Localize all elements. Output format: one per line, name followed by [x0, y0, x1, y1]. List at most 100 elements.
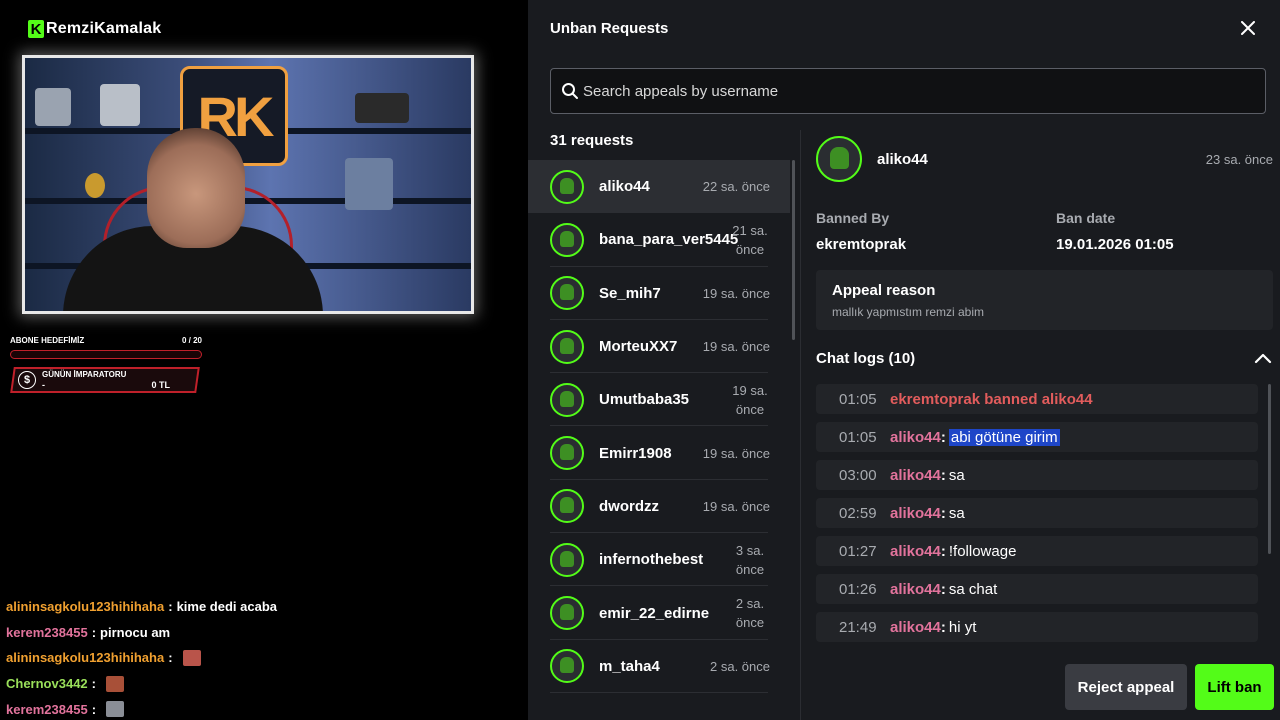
chat-emote-icon — [106, 701, 125, 718]
log-message: sa — [948, 504, 965, 522]
avatar — [550, 649, 584, 684]
close-button[interactable] — [1236, 16, 1260, 40]
chat-log-row: 21:49 aliko44: hi yt — [816, 612, 1258, 642]
request-list-item[interactable]: emir_22_edirne 2 sa. önce — [528, 586, 790, 640]
chat-log-row: 01:27 aliko44: !followage — [816, 536, 1258, 566]
log-username[interactable]: aliko44 — [890, 467, 941, 484]
detail-avatar — [816, 136, 862, 182]
avatar — [550, 436, 584, 471]
avatar — [550, 596, 584, 631]
channel-name: RemziKamalak — [46, 20, 162, 37]
request-username: Umutbaba35 — [599, 391, 690, 409]
sub-goal-progress: 0 / 20 — [181, 336, 202, 345]
request-detail: aliko44 23 sa. önce Banned By ekremtopra… — [801, 130, 1280, 720]
top-donor-widget: $ GÜNÜN İMPARATORU - 0 TL — [10, 367, 200, 393]
request-list-item[interactable]: m_taha4 2 sa. önce — [528, 640, 790, 693]
request-time: 21 sa. önce — [732, 222, 768, 257]
request-username: MorteuXX7 — [599, 338, 678, 356]
chat-username[interactable]: alininsagkolu123hihihaha — [6, 599, 164, 614]
chat-username[interactable]: Chernov3442 — [6, 676, 88, 691]
request-username: Emirr1908 — [599, 444, 672, 462]
request-time: 19 sa. önce — [702, 285, 770, 301]
chat-line: alininsagkolu123hihihaha: kime dedi acaba — [6, 594, 516, 620]
request-username: bana_para_ver5445 — [599, 231, 739, 249]
avatar — [550, 222, 584, 257]
appeal-reason-text: mallık yapmıstım remzi abim — [832, 305, 985, 319]
log-time: 03:00 — [839, 466, 877, 484]
log-separator: : — [940, 542, 946, 560]
chat-separator: : — [168, 599, 173, 615]
log-username[interactable]: aliko44 — [890, 581, 941, 598]
detail-time: 23 sa. önce — [1205, 152, 1273, 167]
chat-logs-toggle[interactable] — [1252, 348, 1274, 368]
banned-by-value: ekremtoprak — [816, 236, 907, 253]
ban-date-label: Ban date — [1056, 210, 1116, 226]
chat-line: kerem238455: pirnocu am — [6, 620, 516, 646]
request-time: 2 sa. önce — [710, 658, 770, 674]
log-username[interactable]: aliko44 — [890, 505, 941, 522]
banned-by-label: Banned By — [816, 210, 890, 226]
request-username: aliko44 — [599, 178, 650, 196]
chat-logs-scrollbar[interactable] — [1268, 384, 1271, 554]
chat-line: kerem238455: — [6, 696, 516, 720]
request-list-item[interactable]: Se_mih7 19 sa. önce — [528, 267, 790, 320]
log-message: abi götüne girim — [948, 428, 1060, 446]
request-list-item[interactable]: bana_para_ver5445 21 sa. önce — [528, 213, 790, 267]
top-donor-title: GÜNÜN İMPARATORU — [42, 370, 127, 379]
request-list-item[interactable]: Umutbaba35 19 sa. önce — [528, 373, 790, 427]
log-username[interactable]: aliko44 — [890, 619, 941, 636]
dollar-coin-icon: $ — [18, 371, 36, 389]
chat-log-row: 01:26 aliko44: sa chat — [816, 574, 1258, 604]
request-time: 2 sa. önce — [735, 596, 765, 631]
cam-figure — [355, 93, 409, 123]
chat-log-row: 03:00 aliko44: sa — [816, 460, 1258, 490]
ban-date-value: 19.01.2026 01:05 — [1056, 236, 1174, 253]
chat-log-row: 01:05 ekremtoprak banned aliko44 — [816, 384, 1258, 414]
reject-appeal-button[interactable]: Reject appeal — [1065, 664, 1187, 710]
stream-area: K RemziKamalak RK ABONE HEDEFİMİZ 0 / 20… — [0, 0, 528, 720]
chat-separator: : — [91, 676, 96, 692]
request-list-item[interactable]: aliko44 22 sa. önce — [528, 160, 790, 214]
channel-brand: K RemziKamalak — [28, 20, 161, 38]
request-list-item[interactable]: infernothebest 3 sa. önce — [528, 533, 790, 587]
log-username[interactable]: aliko44 — [890, 543, 941, 560]
chat-message: kime dedi acaba — [176, 599, 278, 615]
log-time: 01:05 — [839, 428, 877, 446]
log-time: 21:49 — [839, 618, 877, 636]
request-username: Se_mih7 — [599, 284, 661, 302]
log-separator: : — [940, 428, 946, 446]
kick-logo-icon: K — [28, 20, 44, 38]
request-list-scrollbar[interactable] — [792, 160, 795, 340]
chat-separator: : — [168, 650, 173, 666]
cam-plaque — [35, 88, 71, 126]
request-list-item[interactable]: MorteuXX7 19 sa. önce — [528, 320, 790, 374]
log-message: sa chat — [948, 580, 998, 598]
chat-line: alininsagkolu123hihihaha: — [6, 645, 516, 671]
cam-plaque — [100, 84, 140, 126]
row-separator — [550, 691, 768, 693]
detail-username: aliko44 — [877, 151, 928, 168]
request-list-item[interactable]: dwordzz 19 sa. önce — [528, 480, 790, 534]
request-username: emir_22_edirne — [599, 604, 710, 622]
request-time: 19 sa. önce — [702, 498, 770, 514]
request-time: 19 sa. önce — [732, 382, 768, 417]
chat-username[interactable]: kerem238455 — [6, 702, 88, 717]
stream-chat: alininsagkolu123hihihaha: kime dedi acaba… — [6, 594, 516, 720]
cam-person-head — [147, 128, 245, 248]
request-list-item[interactable]: Emirr1908 19 sa. önce — [528, 426, 790, 480]
avatar — [550, 489, 584, 524]
log-username[interactable]: aliko44 — [890, 429, 941, 446]
chat-username[interactable]: alininsagkolu123hihihaha — [6, 650, 164, 665]
request-time: 22 sa. önce — [702, 179, 770, 195]
avatar — [550, 382, 584, 417]
chat-username[interactable]: kerem238455 — [6, 625, 88, 640]
sub-goal-bar — [10, 350, 202, 359]
log-ban-event: ekremtoprak banned aliko44 — [890, 390, 1093, 408]
sub-goal: ABONE HEDEFİMİZ 0 / 20 — [10, 336, 202, 359]
avatar — [550, 169, 584, 204]
log-separator: : — [940, 466, 946, 484]
panel-title: Unban Requests — [550, 20, 669, 37]
avatar — [550, 329, 584, 364]
lift-ban-button[interactable]: Lift ban — [1195, 664, 1274, 710]
search-input[interactable] — [583, 82, 1243, 100]
